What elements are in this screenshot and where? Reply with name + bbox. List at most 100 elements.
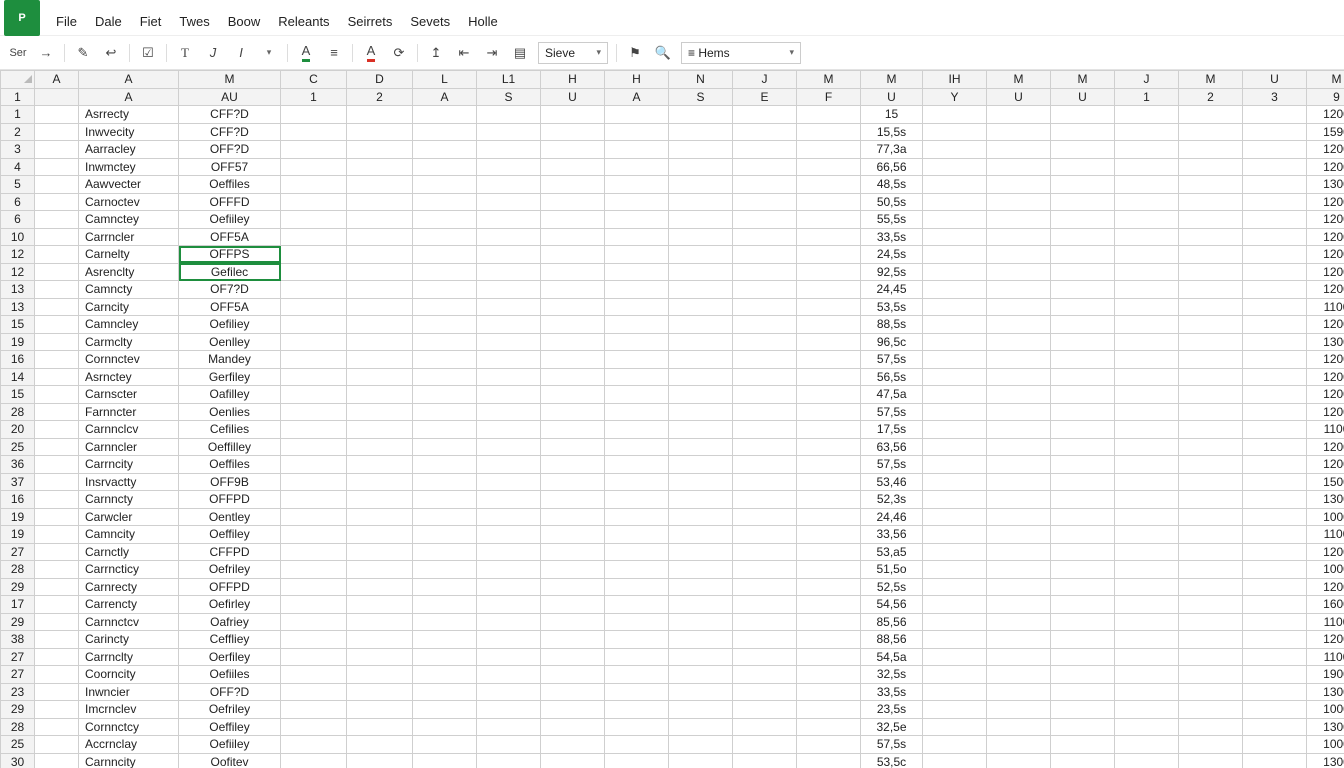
cell[interactable] <box>733 141 797 159</box>
cell[interactable] <box>1179 456 1243 474</box>
cell[interactable] <box>923 508 987 526</box>
cell[interactable] <box>733 578 797 596</box>
bold-icon[interactable]: T <box>175 43 195 63</box>
cell[interactable] <box>347 123 413 141</box>
cell[interactable]: Oeffiley <box>179 718 281 736</box>
cell[interactable]: 24,45 <box>861 281 923 299</box>
cell[interactable] <box>669 106 733 124</box>
cell[interactable] <box>923 421 987 439</box>
cell[interactable] <box>923 281 987 299</box>
cell[interactable] <box>733 263 797 281</box>
cell[interactable] <box>347 473 413 491</box>
cell[interactable]: 53,46 <box>861 473 923 491</box>
cell[interactable] <box>605 526 669 544</box>
cell[interactable]: Oeffiles <box>179 456 281 474</box>
cell[interactable] <box>281 141 347 159</box>
text-color-icon[interactable]: A <box>296 43 316 63</box>
cell[interactable] <box>35 473 79 491</box>
cell[interactable] <box>477 158 541 176</box>
cell[interactable]: 1200 <box>1307 368 1344 386</box>
cell[interactable] <box>733 473 797 491</box>
cell[interactable] <box>605 158 669 176</box>
cell[interactable]: Imcrnclev <box>79 701 179 719</box>
cell[interactable] <box>797 596 861 614</box>
cell[interactable] <box>605 193 669 211</box>
cell[interactable] <box>541 718 605 736</box>
cell[interactable] <box>797 526 861 544</box>
cell[interactable] <box>733 438 797 456</box>
cell[interactable]: 1600 <box>1307 596 1344 614</box>
cell[interactable] <box>1179 736 1243 754</box>
cell[interactable] <box>605 421 669 439</box>
table-row[interactable]: 27CoorncityOefiiles32,5s1900 <box>1 666 1344 684</box>
cell[interactable] <box>477 298 541 316</box>
row-header[interactable]: 13 <box>1 298 35 316</box>
col-subheader[interactable]: S <box>477 88 541 106</box>
cell[interactable] <box>987 718 1051 736</box>
col-header[interactable]: H <box>605 71 669 89</box>
cell[interactable] <box>1051 718 1115 736</box>
cell[interactable]: 50,5s <box>861 193 923 211</box>
cell[interactable] <box>1179 193 1243 211</box>
cell[interactable]: 1200 <box>1307 438 1344 456</box>
cell[interactable] <box>541 211 605 229</box>
cell[interactable]: 1300 <box>1307 176 1344 194</box>
cell[interactable]: 32,5e <box>861 718 923 736</box>
cell[interactable] <box>541 386 605 404</box>
cell[interactable] <box>923 263 987 281</box>
cell[interactable] <box>347 263 413 281</box>
cell[interactable]: 54,56 <box>861 596 923 614</box>
checkbox-icon[interactable]: ☑ <box>138 43 158 63</box>
table-row[interactable]: 15CamncleyOefiliey88,5s1200 <box>1 316 1344 334</box>
cell[interactable] <box>1243 561 1307 579</box>
cell[interactable] <box>797 211 861 229</box>
table-row[interactable]: 12CarneltyOFFPS24,5s1200 <box>1 246 1344 264</box>
col-header[interactable]: M <box>1051 71 1115 89</box>
cell[interactable] <box>541 246 605 264</box>
cell[interactable] <box>605 123 669 141</box>
cell[interactable]: 1000 <box>1307 701 1344 719</box>
cell[interactable] <box>733 333 797 351</box>
table-row[interactable]: 10CarrnclerOFF5A33,5s1200 <box>1 228 1344 246</box>
cell[interactable] <box>605 316 669 334</box>
cell[interactable] <box>1051 193 1115 211</box>
cell[interactable] <box>413 281 477 299</box>
cell[interactable] <box>541 753 605 768</box>
cell[interactable] <box>1051 491 1115 509</box>
cell[interactable] <box>35 193 79 211</box>
cell[interactable] <box>477 176 541 194</box>
col-header[interactable]: M <box>179 71 281 89</box>
cell[interactable] <box>669 543 733 561</box>
cell[interactable] <box>1243 508 1307 526</box>
col-subheader[interactable]: U <box>1051 88 1115 106</box>
menu-sevets[interactable]: Sevets <box>410 14 450 29</box>
cell[interactable] <box>605 263 669 281</box>
cell[interactable] <box>733 176 797 194</box>
cell[interactable] <box>1051 543 1115 561</box>
cell[interactable] <box>347 368 413 386</box>
cell[interactable] <box>413 333 477 351</box>
cell[interactable] <box>1179 561 1243 579</box>
indent-dec-icon[interactable]: ⇤ <box>454 43 474 63</box>
cell[interactable] <box>1243 141 1307 159</box>
cell[interactable] <box>797 631 861 649</box>
cell[interactable]: 53,a5 <box>861 543 923 561</box>
cell[interactable]: 1100 <box>1307 421 1344 439</box>
cell[interactable] <box>477 211 541 229</box>
cell[interactable] <box>669 246 733 264</box>
cell[interactable]: 24,46 <box>861 508 923 526</box>
cell[interactable] <box>797 176 861 194</box>
cell[interactable] <box>1115 473 1179 491</box>
cell[interactable]: 1300 <box>1307 753 1344 768</box>
undo-icon[interactable]: ↩ <box>101 43 121 63</box>
cell[interactable] <box>1115 158 1179 176</box>
cell[interactable] <box>541 736 605 754</box>
cell[interactable] <box>347 106 413 124</box>
cell[interactable] <box>1051 473 1115 491</box>
cell[interactable] <box>477 228 541 246</box>
nav-back-icon[interactable]: Ser <box>8 43 28 63</box>
cell[interactable] <box>347 141 413 159</box>
cell[interactable] <box>1051 596 1115 614</box>
cell[interactable] <box>1179 718 1243 736</box>
cell[interactable] <box>1051 508 1115 526</box>
